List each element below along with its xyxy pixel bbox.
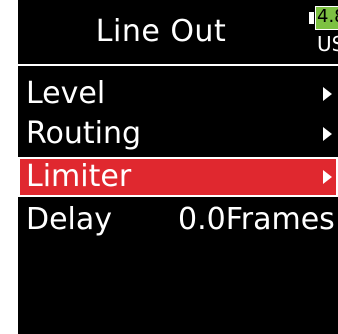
menu-item-label: Limiter [26, 159, 132, 194]
title-bar: Line Out 4.8 USB [18, 0, 338, 64]
menu-item-label: Routing [26, 116, 142, 151]
header-divider [18, 64, 338, 66]
display-screen: Line Out 4.8 USB Level Routing Limiter D… [18, 0, 338, 334]
page-title: Line Out [95, 14, 227, 49]
chevron-right-icon [323, 127, 332, 141]
chevron-right-icon [323, 87, 332, 101]
menu-item-limiter[interactable]: Limiter [18, 157, 338, 197]
chevron-right-icon [323, 170, 332, 184]
menu-item-routing[interactable]: Routing [18, 114, 338, 154]
battery-value: 4.8 [317, 6, 338, 27]
battery-terminal [309, 12, 314, 24]
power-source-label: USB [317, 32, 338, 56]
menu-item-label: Level [26, 76, 106, 111]
menu-item-delay[interactable]: Delay 0.0Frames [18, 200, 338, 240]
delay-value: 0.0Frames [178, 202, 335, 237]
menu-item-label: Delay [26, 202, 113, 237]
menu-item-level[interactable]: Level [18, 74, 338, 114]
